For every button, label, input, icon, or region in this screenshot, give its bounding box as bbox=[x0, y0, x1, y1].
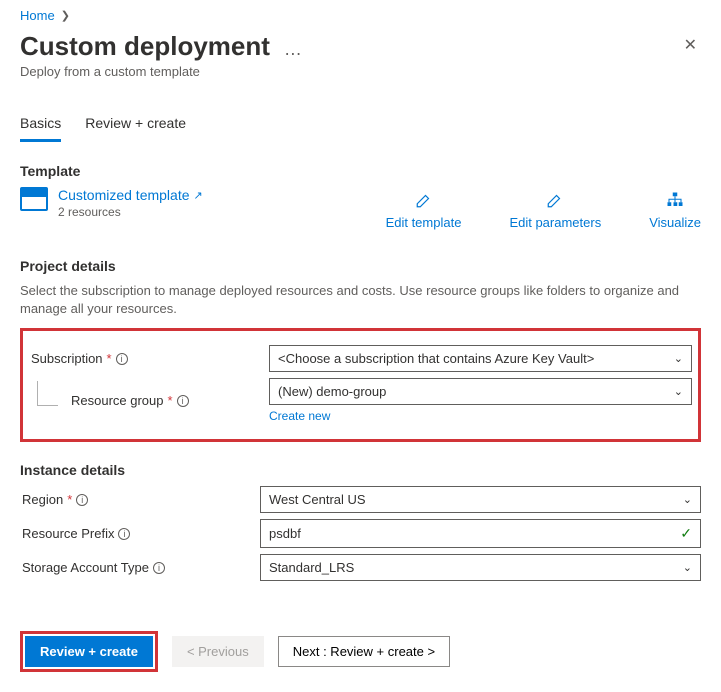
resource-prefix-value: psdbf bbox=[269, 526, 301, 541]
close-icon[interactable]: ✕ bbox=[680, 31, 701, 59]
info-icon[interactable]: i bbox=[153, 562, 165, 574]
project-highlight: Subscription* i <Choose a subscription t… bbox=[20, 328, 701, 442]
checkmark-icon: ✓ bbox=[680, 525, 692, 542]
tab-review[interactable]: Review + create bbox=[85, 109, 186, 142]
customized-template-link[interactable]: Customized template ↗ bbox=[58, 187, 203, 203]
section-project: Project details bbox=[20, 258, 701, 274]
subscription-label: Subscription* i bbox=[29, 351, 269, 366]
review-create-highlight: Review + create bbox=[20, 631, 158, 672]
breadcrumb-home[interactable]: Home bbox=[20, 8, 55, 23]
previous-button: < Previous bbox=[172, 636, 264, 667]
tab-basics[interactable]: Basics bbox=[20, 109, 61, 142]
create-new-link[interactable]: Create new bbox=[269, 409, 330, 423]
visualize-button[interactable]: Visualize bbox=[649, 191, 701, 230]
template-icon bbox=[20, 187, 48, 211]
chevron-down-icon: ⌄ bbox=[674, 352, 683, 365]
project-description: Select the subscription to manage deploy… bbox=[20, 282, 701, 318]
resource-group-value: (New) demo-group bbox=[278, 384, 386, 399]
pencil-icon bbox=[415, 191, 433, 209]
pencil-icon bbox=[546, 191, 564, 209]
hierarchy-icon bbox=[666, 191, 684, 209]
edit-template-button[interactable]: Edit template bbox=[386, 191, 462, 230]
more-icon[interactable]: … bbox=[280, 39, 306, 60]
region-select[interactable]: West Central US ⌄ bbox=[260, 486, 701, 513]
next-button[interactable]: Next : Review + create > bbox=[278, 636, 450, 667]
breadcrumb: Home ❯ bbox=[20, 8, 701, 23]
chevron-down-icon: ⌄ bbox=[674, 385, 683, 398]
visualize-label: Visualize bbox=[649, 215, 701, 230]
external-link-icon: ↗ bbox=[194, 189, 203, 202]
region-value: West Central US bbox=[269, 492, 366, 507]
storage-type-label: Storage Account Type i bbox=[20, 560, 260, 575]
edit-parameters-button[interactable]: Edit parameters bbox=[509, 191, 601, 230]
tabs: Basics Review + create bbox=[20, 109, 701, 143]
template-link-label: Customized template bbox=[58, 187, 190, 203]
section-template: Template bbox=[20, 163, 701, 179]
chevron-right-icon: ❯ bbox=[61, 9, 70, 22]
section-instance: Instance details bbox=[20, 462, 701, 478]
review-create-button[interactable]: Review + create bbox=[25, 636, 153, 667]
info-icon[interactable]: i bbox=[116, 353, 128, 365]
region-label: Region* i bbox=[20, 492, 260, 507]
resource-group-label: Resource group* i bbox=[29, 393, 269, 408]
subscription-select[interactable]: <Choose a subscription that contains Azu… bbox=[269, 345, 692, 372]
template-resource-count: 2 resources bbox=[58, 205, 203, 219]
info-icon[interactable]: i bbox=[118, 528, 130, 540]
chevron-down-icon: ⌄ bbox=[683, 561, 692, 574]
chevron-down-icon: ⌄ bbox=[683, 493, 692, 506]
storage-type-select[interactable]: Standard_LRS ⌄ bbox=[260, 554, 701, 581]
subscription-value: <Choose a subscription that contains Azu… bbox=[278, 351, 594, 366]
page-subtitle: Deploy from a custom template bbox=[20, 64, 701, 79]
storage-type-value: Standard_LRS bbox=[269, 560, 354, 575]
page-title: Custom deployment bbox=[20, 31, 270, 62]
resource-prefix-label: Resource Prefix i bbox=[20, 526, 260, 541]
info-icon[interactable]: i bbox=[76, 494, 88, 506]
edit-parameters-label: Edit parameters bbox=[509, 215, 601, 230]
info-icon[interactable]: i bbox=[177, 395, 189, 407]
edit-template-label: Edit template bbox=[386, 215, 462, 230]
resource-group-select[interactable]: (New) demo-group ⌄ bbox=[269, 378, 692, 405]
resource-prefix-input[interactable]: psdbf ✓ bbox=[260, 519, 701, 548]
